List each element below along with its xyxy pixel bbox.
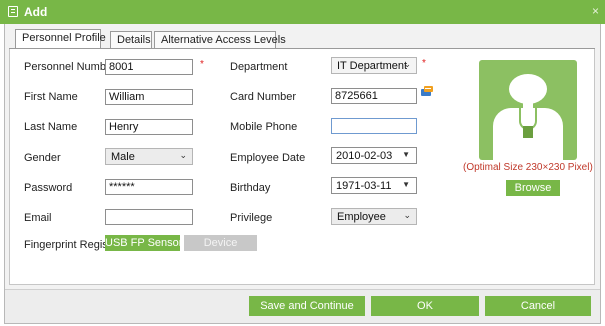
password-label: Password xyxy=(24,182,73,194)
password-input[interactable]: ****** xyxy=(105,179,193,195)
email-label: Email xyxy=(24,212,52,224)
birthday-label: Birthday xyxy=(230,182,271,194)
gender-value: Male xyxy=(111,151,135,163)
employee-date-picker[interactable]: 2010-02-03 ▼ xyxy=(331,147,417,164)
usb-fp-sensor-button[interactable]: USB FP Sensor xyxy=(105,235,182,251)
close-icon[interactable]: × xyxy=(592,4,599,18)
chevron-down-icon: ▼ xyxy=(402,150,410,159)
cancel-button[interactable]: Cancel xyxy=(485,296,591,316)
chevron-down-icon: ⌄ xyxy=(179,150,187,160)
personnel-number-input[interactable]: 8001 xyxy=(105,59,193,75)
personnel-number-label: Personnel Number xyxy=(24,61,116,73)
employee-date-label: Employee Date xyxy=(230,152,306,164)
privilege-select[interactable]: Employee ⌄ xyxy=(331,208,417,225)
form-icon xyxy=(8,6,18,17)
card-number-label: Card Number xyxy=(230,91,297,103)
dialog-footer: Save and Continue OK Cancel xyxy=(5,289,600,323)
chevron-down-icon: ⌄ xyxy=(403,59,411,69)
birthday-value: 1971-03-11 xyxy=(336,180,392,192)
mobile-phone-label: Mobile Phone xyxy=(230,121,298,133)
email-input[interactable] xyxy=(105,209,193,225)
window-title: Add xyxy=(24,5,48,19)
privilege-label: Privilege xyxy=(230,212,273,224)
save-and-continue-button[interactable]: Save and Continue xyxy=(249,296,365,316)
department-select[interactable]: IT Department ⌄ xyxy=(331,57,417,74)
chevron-down-icon: ⌄ xyxy=(403,210,411,220)
photo-size-hint: (Optimal Size 230×230 Pixel) xyxy=(463,162,593,173)
browse-button[interactable]: Browse xyxy=(506,180,560,196)
birthday-picker[interactable]: 1971-03-11 ▼ xyxy=(331,177,417,194)
first-name-input[interactable]: William xyxy=(105,89,193,105)
tab-alternative-access-levels[interactable]: Alternative Access Levels xyxy=(154,31,286,49)
tab-personnel-profile[interactable]: Personnel Profile xyxy=(15,29,106,50)
tab-details[interactable]: Details xyxy=(110,31,152,49)
person-silhouette-icon xyxy=(479,60,577,160)
first-name-label: First Name xyxy=(24,91,78,103)
last-name-label: Last Name xyxy=(24,121,78,133)
dialog-body: Personnel Profile Details Alternative Ac… xyxy=(4,24,601,324)
required-marker: * xyxy=(422,58,426,69)
ok-button[interactable]: OK xyxy=(371,296,479,316)
gender-select[interactable]: Male ⌄ xyxy=(105,148,193,165)
title-bar: Add × xyxy=(0,0,605,24)
last-name-input[interactable]: Henry xyxy=(105,119,193,135)
device-button[interactable]: Device xyxy=(184,235,257,251)
fingerprint-label: Fingerprint Registe xyxy=(24,239,117,251)
required-marker: * xyxy=(200,59,204,70)
card-reader-icon[interactable] xyxy=(420,85,434,97)
avatar-badge xyxy=(523,126,533,138)
privilege-value: Employee xyxy=(337,211,386,223)
chevron-down-icon: ▼ xyxy=(402,180,410,189)
department-value: IT Department xyxy=(337,60,408,72)
employee-date-value: 2010-02-03 xyxy=(336,150,393,162)
department-label: Department xyxy=(230,61,288,73)
mobile-phone-input[interactable] xyxy=(331,118,417,134)
card-number-input[interactable]: 8725661 xyxy=(331,88,417,104)
gender-label: Gender xyxy=(24,152,61,164)
